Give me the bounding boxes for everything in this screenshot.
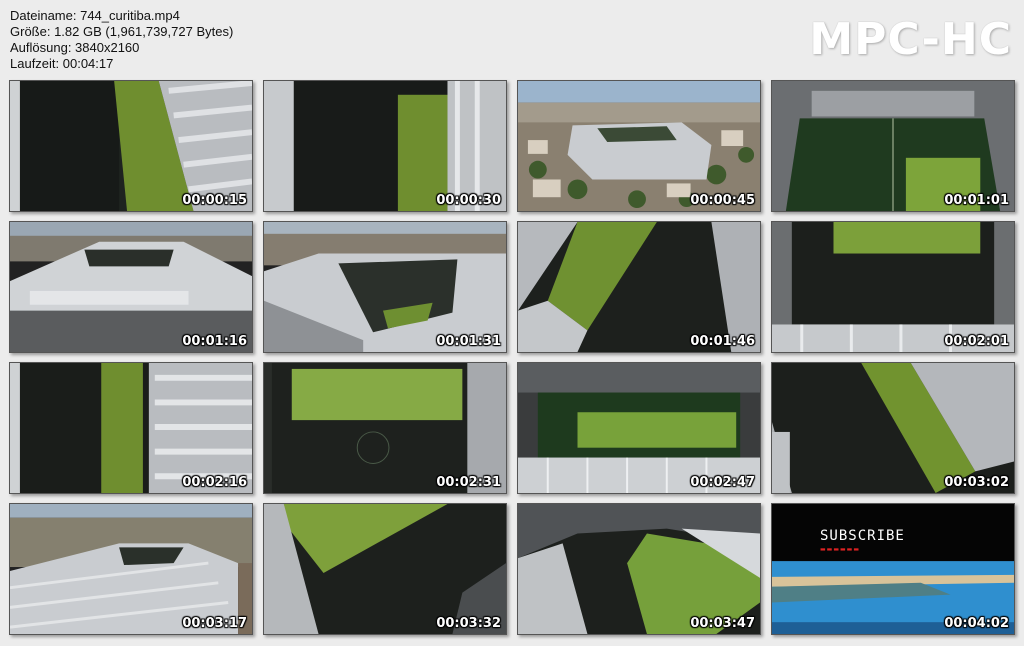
thumbnail[interactable]: 00:03:47 — [517, 503, 761, 635]
thumbnail-image — [518, 363, 760, 493]
timestamp-label: 00:01:01 — [944, 193, 1009, 208]
thumbnail[interactable]: 00:01:16 — [9, 221, 253, 353]
file-info: Dateiname: 744_curitiba.mp4 Größe: 1.82 … — [10, 8, 233, 72]
thumbnail[interactable]: SUBSCRIBE ▬▬▬▬▬▬ 00:04:02 — [771, 503, 1015, 635]
thumbnail-image — [772, 363, 1014, 493]
thumbnail[interactable]: 00:00:30 — [263, 80, 507, 212]
timestamp-label: 00:03:02 — [944, 475, 1009, 490]
timestamp-label: 00:00:30 — [436, 193, 501, 208]
timestamp-label: 00:00:45 — [690, 193, 755, 208]
thumbnail-grid: 00:00:15 00:00:30 00:00:45 00:01:01 00:0… — [9, 80, 1015, 635]
timestamp-label: 00:02:01 — [944, 334, 1009, 349]
timestamp-label: 00:01:31 — [436, 334, 501, 349]
timestamp-label: 00:03:47 — [690, 616, 755, 631]
thumbnail[interactable]: 00:02:31 — [263, 362, 507, 494]
timestamp-label: 00:02:47 — [690, 475, 755, 490]
thumbnail[interactable]: 00:03:17 — [9, 503, 253, 635]
thumbnail-image — [10, 222, 252, 352]
thumbnail-image — [772, 504, 1014, 634]
duration-text: Laufzeit: 00:04:17 — [10, 56, 114, 71]
thumbnail[interactable]: 00:02:01 — [771, 221, 1015, 353]
timestamp-label: 00:03:32 — [436, 616, 501, 631]
resolution-text: Auflösung: 3840x2160 — [10, 40, 140, 55]
thumbnail[interactable]: 00:01:46 — [517, 221, 761, 353]
mpc-hc-logo: MPC-HC — [809, 14, 1012, 65]
filename-text: Dateiname: 744_curitiba.mp4 — [10, 8, 180, 23]
thumbnail[interactable]: 00:01:01 — [771, 80, 1015, 212]
thumbnail-image — [518, 81, 760, 211]
timestamp-label: 00:01:46 — [690, 334, 755, 349]
thumbnail-image — [264, 81, 506, 211]
thumbnail-image — [10, 81, 252, 211]
thumbnail-image — [264, 504, 506, 634]
thumbnail-image — [518, 222, 760, 352]
thumbnail[interactable]: 00:03:32 — [263, 503, 507, 635]
thumbnail[interactable]: 00:00:15 — [9, 80, 253, 212]
subscribe-title: SUBSCRIBE — [820, 528, 905, 544]
thumbnail[interactable]: 00:02:16 — [9, 362, 253, 494]
timestamp-label: 00:02:16 — [182, 475, 247, 490]
thumbnail[interactable]: 00:01:31 — [263, 221, 507, 353]
thumbnail-image — [264, 222, 506, 352]
timestamp-label: 00:03:17 — [182, 616, 247, 631]
thumbnail[interactable]: 00:02:47 — [517, 362, 761, 494]
thumbnail-image — [264, 363, 506, 493]
filesize-text: Größe: 1.82 GB (1,961,739,727 Bytes) — [10, 24, 234, 39]
thumbnail-image — [10, 363, 252, 493]
thumbnail-image — [772, 222, 1014, 352]
timestamp-label: 00:00:15 — [182, 193, 247, 208]
timestamp-label: 00:02:31 — [436, 475, 501, 490]
thumbnail-image — [518, 504, 760, 634]
thumbnail-image — [10, 504, 252, 634]
timestamp-label: 00:01:16 — [182, 334, 247, 349]
timestamp-label: 00:04:02 — [944, 616, 1009, 631]
thumbnail-image — [772, 81, 1014, 211]
thumbnail[interactable]: 00:03:02 — [771, 362, 1015, 494]
thumbnail[interactable]: 00:00:45 — [517, 80, 761, 212]
subscribe-decoration: ▬▬▬▬▬▬ — [820, 546, 861, 553]
